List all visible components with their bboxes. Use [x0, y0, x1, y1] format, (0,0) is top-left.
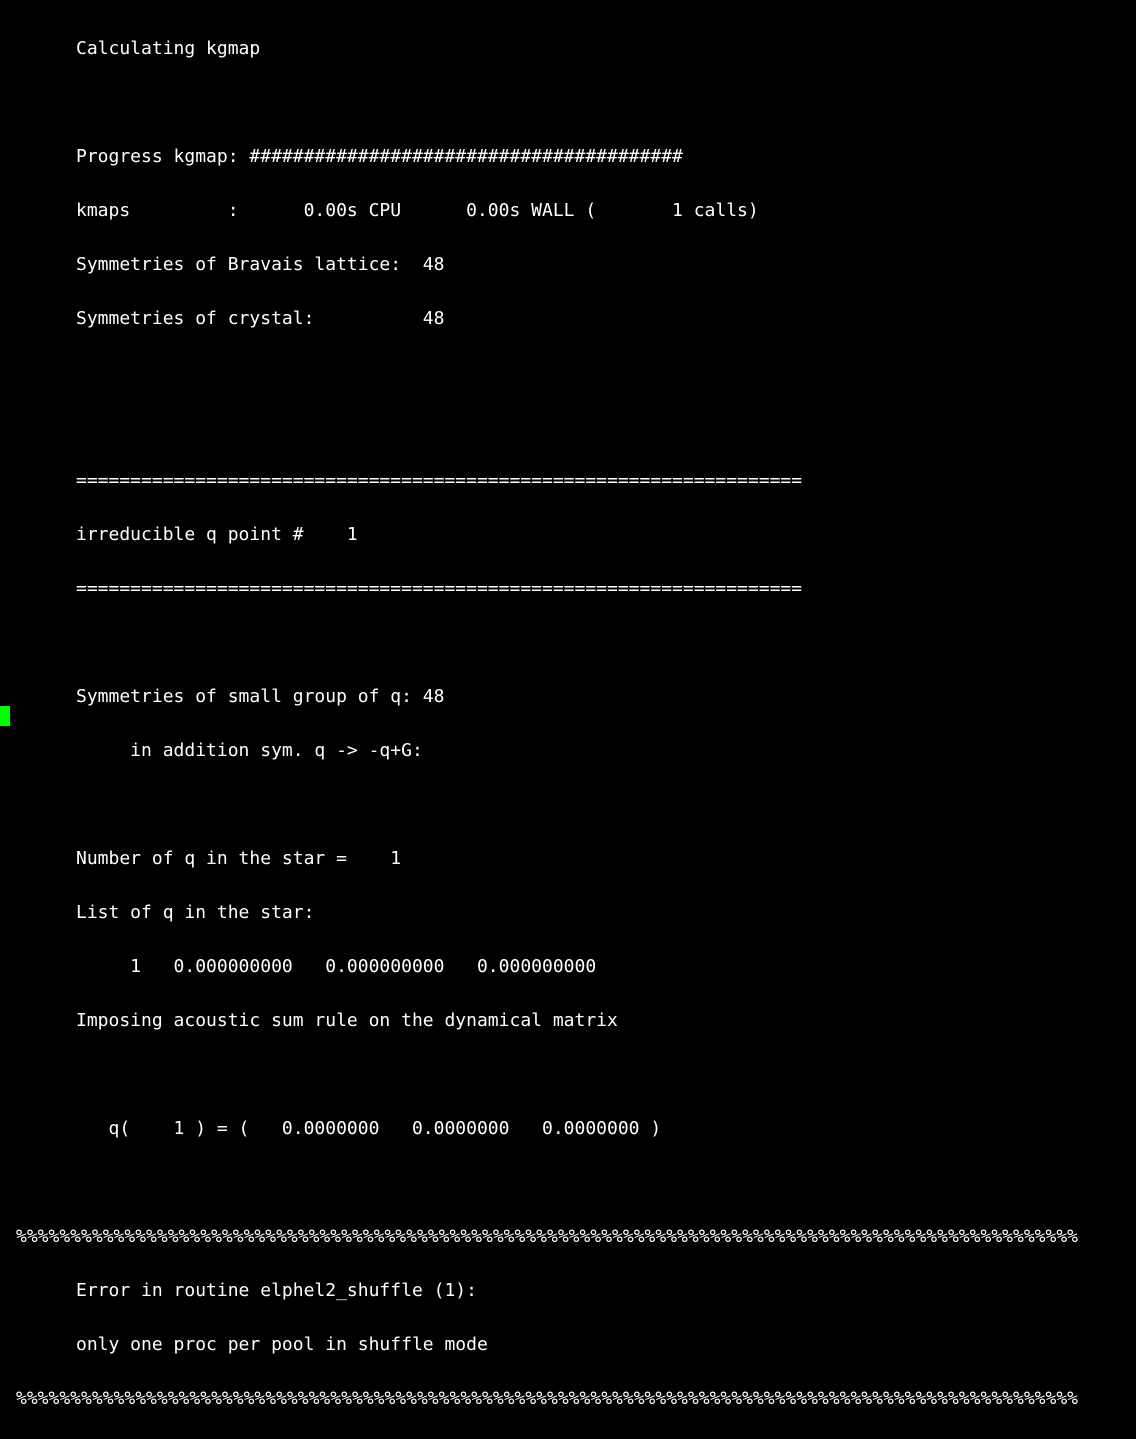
output-blank: [0, 413, 1136, 440]
output-kmaps: kmaps : 0.00s CPU 0.00s WALL ( 1 calls): [0, 197, 1136, 224]
output-line: Calculating kgmap: [0, 35, 1136, 62]
output-blank: [0, 359, 1136, 386]
output-blank: [0, 1061, 1136, 1088]
output-divider: ========================================…: [0, 467, 1136, 494]
output-blank: [0, 629, 1136, 656]
output-pct-divider: %%%%%%%%%%%%%%%%%%%%%%%%%%%%%%%%%%%%%%%%…: [0, 1223, 1136, 1250]
output-q-vec: q( 1 ) = ( 0.0000000 0.0000000 0.0000000…: [0, 1115, 1136, 1142]
output-progress: Progress kgmap: ########################…: [0, 143, 1136, 170]
output-error-msg: only one proc per pool in shuffle mode: [0, 1331, 1136, 1358]
output-sym-bravais: Symmetries of Bravais lattice: 48: [0, 251, 1136, 278]
output-q-star-1: 1 0.000000000 0.000000000 0.000000000: [0, 953, 1136, 980]
output-addition-sym: in addition sym. q -> -q+G:: [0, 737, 1136, 764]
output-irreducible: irreducible q point # 1: [0, 521, 1136, 548]
output-divider: ========================================…: [0, 575, 1136, 602]
output-blank: [0, 791, 1136, 818]
output-error-routine: Error in routine elphel2_shuffle (1):: [0, 1277, 1136, 1304]
output-num-q-star: Number of q in the star = 1: [0, 845, 1136, 872]
output-imposing: Imposing acoustic sum rule on the dynami…: [0, 1007, 1136, 1034]
output-list-q-star: List of q in the star:: [0, 899, 1136, 926]
output-sym-crystal: Symmetries of crystal: 48: [0, 305, 1136, 332]
terminal-cursor: [0, 706, 10, 726]
output-blank: [0, 89, 1136, 116]
terminal-output: Calculating kgmap Progress kgmap: ######…: [0, 0, 1136, 1439]
output-pct-divider: %%%%%%%%%%%%%%%%%%%%%%%%%%%%%%%%%%%%%%%%…: [0, 1385, 1136, 1412]
output-sym-small-group: Symmetries of small group of q: 48: [0, 683, 1136, 710]
output-blank: [0, 1169, 1136, 1196]
